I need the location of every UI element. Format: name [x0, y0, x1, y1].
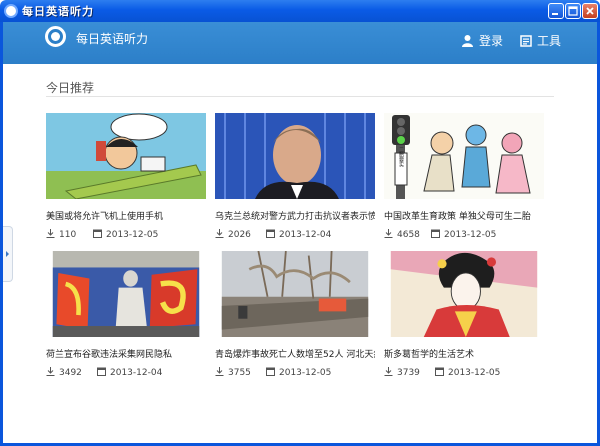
publish-date: 2013-12-05 [93, 229, 158, 240]
download-count: 3755 [215, 367, 251, 378]
article-title[interactable]: 美国或将允许飞机上使用手机 [46, 209, 206, 222]
download-count-value: 110 [59, 230, 77, 240]
download-count: 3492 [46, 367, 82, 378]
article-card[interactable]: 斯多葛哲学的生活艺术 3739 2013-12-05 [384, 251, 544, 379]
download-count: 3739 [384, 367, 420, 378]
calendar-icon [97, 367, 106, 376]
article-thumbnail[interactable] [46, 113, 206, 199]
calendar-icon [93, 229, 102, 238]
section-divider [46, 96, 554, 97]
article-thumbnail[interactable] [215, 251, 375, 337]
calendar-icon [435, 367, 444, 376]
minimize-icon [552, 13, 558, 15]
download-count-value: 3739 [397, 368, 420, 378]
login-button[interactable]: 登录 [461, 32, 503, 49]
publish-date: 2013-12-05 [431, 229, 496, 240]
download-count-value: 3755 [228, 368, 251, 378]
download-count-value: 3492 [59, 368, 82, 378]
article-card[interactable]: 二胎要实 中国改革生育政策 单独父母可生二胎 4658 2013-12-05 [384, 113, 544, 241]
close-icon [586, 7, 594, 15]
article-card[interactable]: 美国或将允许飞机上使用手机 110 2013-12-05 [46, 113, 206, 241]
article-meta: 110 2013-12-05 [46, 229, 206, 241]
article-thumbnail[interactable] [384, 251, 544, 337]
article-title[interactable]: 中国改革生育政策 单独父母可生二胎 [384, 209, 544, 222]
app-header: 每日英语听力 登录 工具 [3, 22, 597, 64]
article-title[interactable]: 青岛爆炸事故死亡人数增至52人 河北天然气... [215, 347, 375, 360]
window-title: 每日英语听力 [22, 5, 94, 18]
download-icon [384, 229, 393, 238]
article-title[interactable]: 荷兰宣布谷歌违法采集网民隐私 [46, 347, 206, 360]
app-logo-icon [45, 26, 66, 47]
article-title[interactable]: 乌克兰总统对警方武力打击抗议者表示愤怒 [215, 209, 375, 222]
article-card[interactable]: 乌克兰总统对警方武力打击抗议者表示愤怒 2026 2013-12-04 [215, 113, 375, 241]
publish-date-value: 2013-12-05 [106, 230, 159, 240]
article-meta: 3739 2013-12-05 [384, 367, 544, 379]
section-title: 今日推荐 [46, 81, 95, 95]
article-meta: 2026 2013-12-04 [215, 229, 375, 241]
publish-date: 2013-12-04 [266, 229, 331, 240]
maximize-button[interactable] [565, 3, 581, 19]
article-meta: 3755 2013-12-05 [215, 367, 375, 379]
download-count: 4658 [384, 229, 420, 240]
publish-date: 2013-12-05 [266, 367, 331, 378]
tools-icon [520, 35, 532, 47]
tools-button[interactable]: 工具 [520, 32, 561, 49]
side-panel-toggle[interactable] [3, 226, 13, 282]
close-button[interactable] [582, 3, 598, 19]
calendar-icon [431, 229, 440, 238]
article-meta: 4658 2013-12-05 [384, 229, 544, 241]
publish-date: 2013-12-05 [435, 367, 500, 378]
calendar-icon [266, 229, 275, 238]
maximize-icon [568, 6, 578, 16]
download-icon [46, 367, 55, 376]
sign-text: 二胎要实 [398, 147, 404, 168]
article-card[interactable]: 青岛爆炸事故死亡人数增至52人 河北天然气... 3755 2013-12-05 [215, 251, 375, 379]
publish-date-value: 2013-12-05 [279, 368, 332, 378]
article-thumbnail[interactable] [46, 251, 206, 337]
download-count-value: 2026 [228, 230, 251, 240]
article-title[interactable]: 斯多葛哲学的生活艺术 [384, 347, 544, 360]
calendar-icon [266, 367, 275, 376]
download-icon [384, 367, 393, 376]
app-title: 每日英语听力 [76, 32, 149, 46]
window-title-bar[interactable]: 每日英语听力 [0, 0, 600, 22]
article-meta: 3492 2013-12-04 [46, 367, 206, 379]
article-thumbnail[interactable]: 二胎要实 [384, 113, 544, 199]
tools-label: 工具 [537, 34, 562, 48]
login-label: 登录 [479, 34, 504, 48]
publish-date: 2013-12-04 [97, 367, 162, 378]
app-icon [4, 4, 18, 18]
article-card[interactable]: 荷兰宣布谷歌违法采集网民隐私 3492 2013-12-04 [46, 251, 206, 379]
download-count-value: 4658 [397, 230, 420, 240]
download-icon [215, 229, 224, 238]
download-count: 2026 [215, 229, 251, 240]
download-count: 110 [46, 229, 76, 240]
publish-date-value: 2013-12-04 [279, 230, 332, 240]
publish-date-value: 2013-12-05 [444, 230, 497, 240]
user-icon [462, 35, 473, 47]
minimize-button[interactable] [548, 3, 564, 19]
article-thumbnail[interactable] [215, 113, 375, 199]
download-icon [215, 367, 224, 376]
download-icon [46, 229, 55, 238]
publish-date-value: 2013-12-05 [448, 368, 501, 378]
publish-date-value: 2013-12-04 [110, 368, 163, 378]
